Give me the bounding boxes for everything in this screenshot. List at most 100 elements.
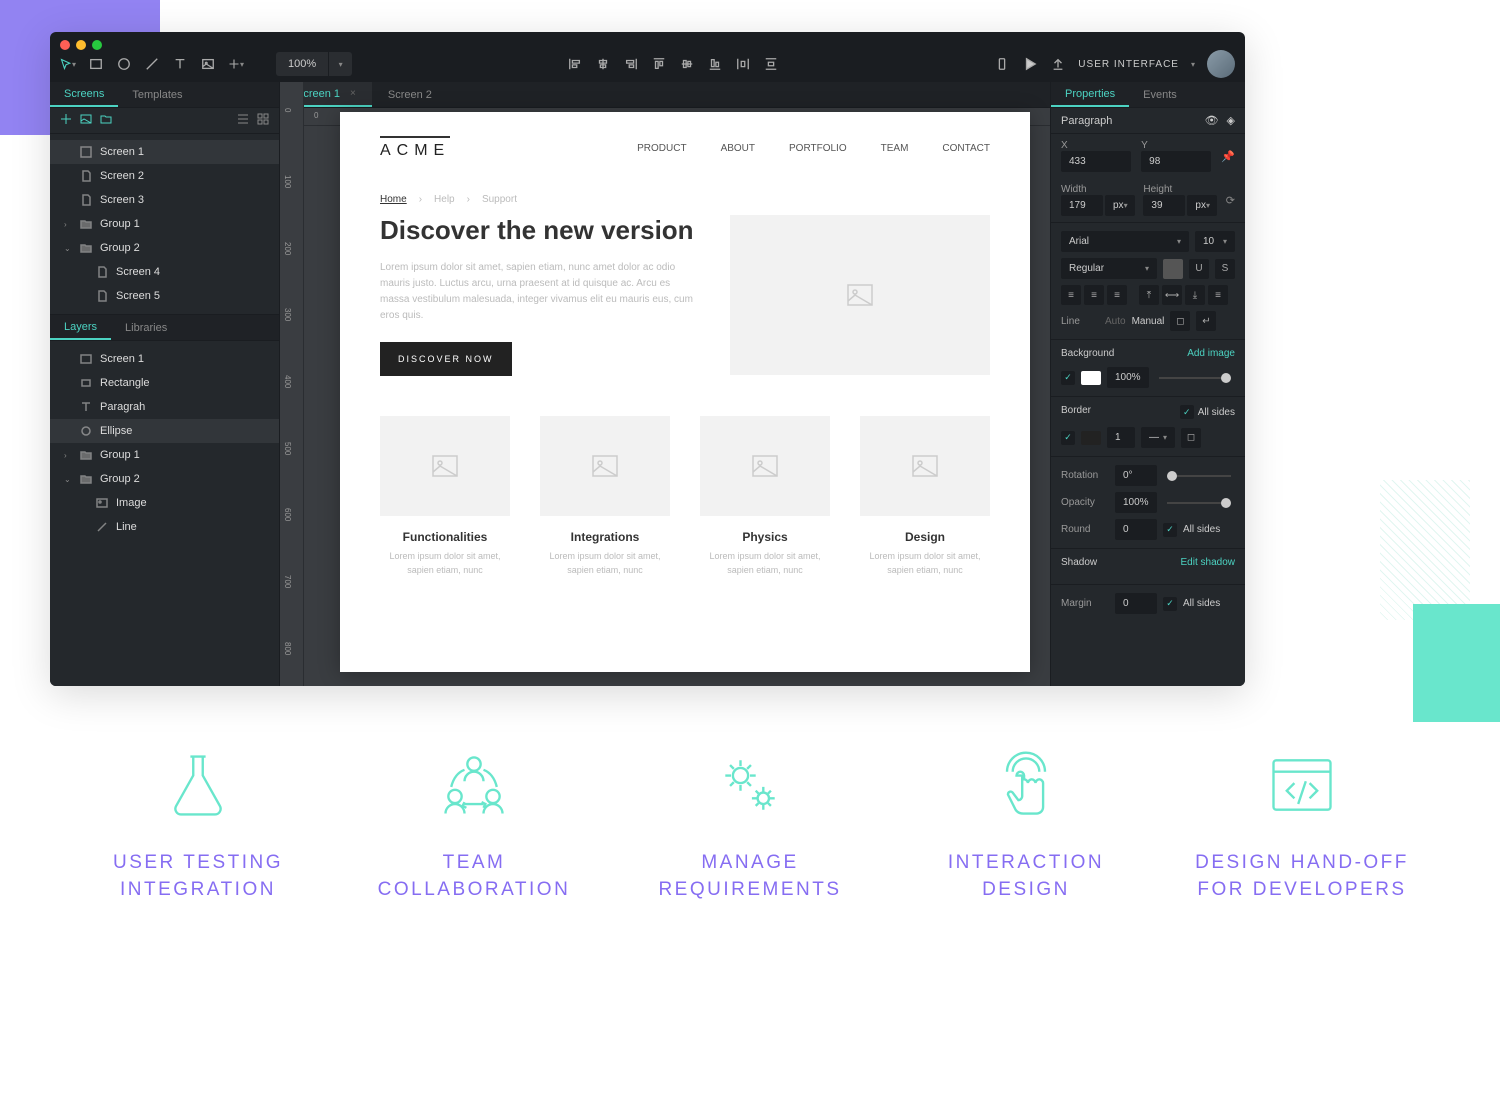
screen-item[interactable]: Screen 1: [50, 140, 279, 164]
opacity-slider[interactable]: [1167, 502, 1231, 504]
tab-libraries[interactable]: Libraries: [111, 315, 181, 340]
ellipse-tool[interactable]: [116, 56, 132, 72]
maximize-window-button[interactable]: [92, 40, 102, 50]
height-input[interactable]: [1143, 195, 1185, 216]
y-input[interactable]: [1141, 151, 1211, 172]
add-tool[interactable]: ▾: [228, 56, 244, 72]
layer-item[interactable]: Rectangle: [50, 371, 279, 395]
width-unit[interactable]: px▾: [1105, 195, 1135, 216]
text-color-swatch[interactable]: [1163, 259, 1183, 279]
design-mockup[interactable]: ACME PRODUCT ABOUT PORTFOLIO TEAM CONTAC…: [340, 112, 1030, 672]
border-color-swatch[interactable]: [1081, 431, 1101, 445]
distribute-v-icon[interactable]: [763, 56, 779, 72]
layer-item[interactable]: Paragrah: [50, 395, 279, 419]
line-manual[interactable]: Manual: [1132, 316, 1165, 327]
strikethrough-icon[interactable]: S: [1215, 259, 1235, 279]
screen-item[interactable]: Screen 4: [50, 260, 279, 284]
link-dimensions-icon[interactable]: ⟳: [1226, 194, 1235, 207]
user-avatar[interactable]: [1207, 50, 1235, 78]
tab-layers[interactable]: Layers: [50, 315, 111, 340]
play-icon[interactable]: [1022, 56, 1038, 72]
layer-group[interactable]: ⌄Group 2: [50, 467, 279, 491]
visibility-icon[interactable]: 👁: [1205, 114, 1219, 127]
line-wrap-icon[interactable]: ↵: [1196, 311, 1216, 331]
bg-color-swatch[interactable]: [1081, 371, 1101, 385]
layer-icon[interactable]: ◈: [1227, 114, 1235, 127]
group-item[interactable]: ⌄Group 2: [50, 236, 279, 260]
bg-opacity-slider[interactable]: [1159, 377, 1231, 379]
valign-top-icon[interactable]: ⤒: [1139, 285, 1159, 305]
align-center-text-icon[interactable]: ≡: [1084, 285, 1104, 305]
edit-shadow-link[interactable]: Edit shadow: [1181, 557, 1235, 568]
valign-middle-icon[interactable]: ⟷: [1162, 285, 1182, 305]
group-item[interactable]: ›Group 1: [50, 212, 279, 236]
width-input[interactable]: [1061, 195, 1103, 216]
line-auto[interactable]: Auto: [1105, 316, 1126, 327]
export-icon[interactable]: [1050, 56, 1066, 72]
close-window-button[interactable]: [60, 40, 70, 50]
rotation-input[interactable]: [1115, 465, 1157, 486]
screen-item[interactable]: Screen 2: [50, 164, 279, 188]
layer-item[interactable]: Line: [50, 515, 279, 539]
add-folder-icon[interactable]: [100, 112, 112, 130]
select-tool[interactable]: ▾: [60, 56, 76, 72]
image-tool[interactable]: [200, 56, 216, 72]
underline-icon[interactable]: U: [1189, 259, 1209, 279]
layer-item[interactable]: Ellipse: [50, 419, 279, 443]
border-allsides-checkbox[interactable]: ✓: [1180, 405, 1194, 419]
grid-view-icon[interactable]: [257, 112, 269, 130]
bg-enabled-checkbox[interactable]: ✓: [1061, 371, 1075, 385]
align-left-text-icon[interactable]: ≡: [1061, 285, 1081, 305]
valign-bottom-icon[interactable]: ⤓: [1185, 285, 1205, 305]
screen-item[interactable]: Screen 3: [50, 188, 279, 212]
bg-opacity-input[interactable]: [1107, 367, 1149, 388]
device-preview-icon[interactable]: [994, 56, 1010, 72]
add-image-icon[interactable]: [80, 112, 92, 130]
layer-item[interactable]: Image: [50, 491, 279, 515]
zoom-control[interactable]: 100% ▾: [276, 52, 352, 76]
round-allsides-checkbox[interactable]: ✓: [1163, 523, 1177, 537]
border-position-icon[interactable]: ◻: [1181, 428, 1201, 448]
pin-icon[interactable]: 📌: [1221, 150, 1235, 163]
height-unit[interactable]: px▾: [1187, 195, 1217, 216]
font-weight-dropdown[interactable]: Regular▾: [1061, 258, 1157, 279]
line-tool[interactable]: [144, 56, 160, 72]
canvas[interactable]: Screen 1× Screen 2 010020030040050060070…: [280, 82, 1050, 686]
layer-item[interactable]: Screen 1: [50, 347, 279, 371]
project-name[interactable]: USER INTERFACE: [1078, 59, 1179, 70]
opacity-input[interactable]: [1115, 492, 1157, 513]
screen-item[interactable]: Screen 5: [50, 284, 279, 308]
margin-input[interactable]: [1115, 593, 1157, 614]
round-input[interactable]: [1115, 519, 1157, 540]
x-input[interactable]: [1061, 151, 1131, 172]
tab-properties[interactable]: Properties: [1051, 82, 1129, 107]
add-image-link[interactable]: Add image: [1187, 348, 1235, 359]
add-screen-icon[interactable]: [60, 112, 72, 130]
line-crop-icon[interactable]: ◻: [1170, 311, 1190, 331]
list-icon[interactable]: ≡: [1208, 285, 1228, 305]
tab-events[interactable]: Events: [1129, 82, 1191, 107]
rectangle-tool[interactable]: [88, 56, 104, 72]
align-right-text-icon[interactable]: ≡: [1107, 285, 1127, 305]
border-enabled-checkbox[interactable]: ✓: [1061, 431, 1075, 445]
text-tool[interactable]: [172, 56, 188, 72]
align-top-icon[interactable]: [651, 56, 667, 72]
align-center-h-icon[interactable]: [595, 56, 611, 72]
layer-group[interactable]: ›Group 1: [50, 443, 279, 467]
list-view-icon[interactable]: [237, 112, 249, 130]
tab-screens[interactable]: Screens: [50, 82, 118, 107]
font-size-dropdown[interactable]: 10▾: [1195, 231, 1235, 252]
distribute-h-icon[interactable]: [735, 56, 751, 72]
tab-templates[interactable]: Templates: [118, 82, 196, 107]
border-style-dropdown[interactable]: —▾: [1141, 427, 1175, 448]
font-family-dropdown[interactable]: Arial▾: [1061, 231, 1189, 252]
close-tab-icon[interactable]: ×: [350, 88, 356, 99]
canvas-tab[interactable]: Screen 2: [372, 82, 448, 107]
border-width-input[interactable]: [1107, 427, 1135, 448]
align-left-icon[interactable]: [567, 56, 583, 72]
zoom-dropdown[interactable]: ▾: [328, 52, 352, 76]
align-middle-icon[interactable]: [679, 56, 695, 72]
align-bottom-icon[interactable]: [707, 56, 723, 72]
align-right-icon[interactable]: [623, 56, 639, 72]
margin-allsides-checkbox[interactable]: ✓: [1163, 597, 1177, 611]
